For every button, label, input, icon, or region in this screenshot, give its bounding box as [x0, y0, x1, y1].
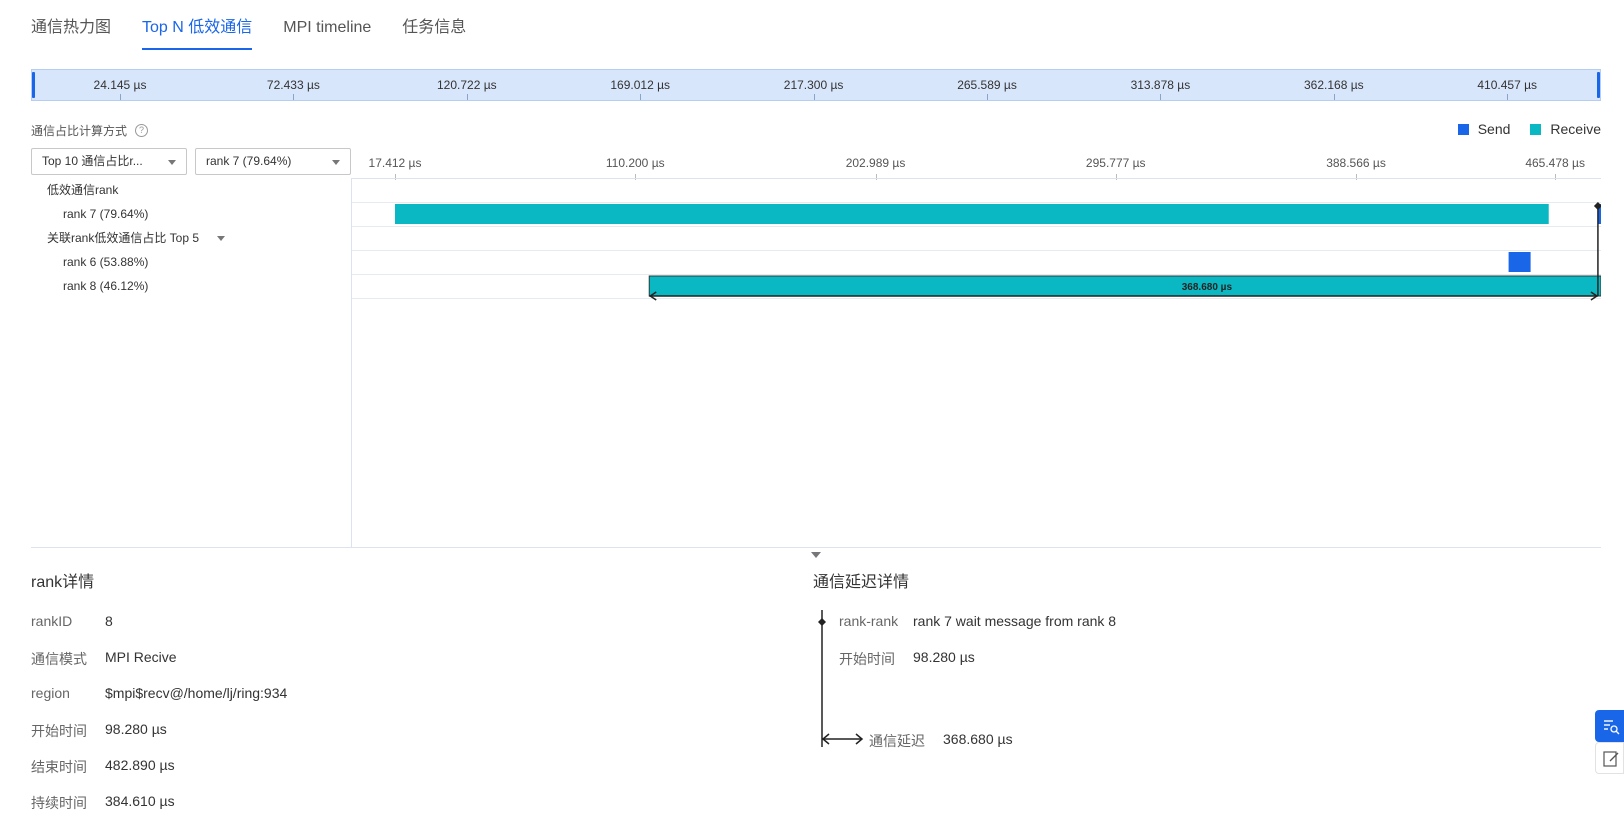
detail-value: MPI Recive	[105, 649, 177, 665]
tab-heatmap[interactable]: 通信热力图	[31, 0, 111, 50]
overview-tick-label: 217.300 µs	[783, 78, 844, 92]
legend-swatch-receive	[1530, 123, 1542, 135]
overview-tick-mark	[813, 94, 815, 100]
detail-value: 98.280 µs	[105, 721, 167, 737]
collapse-caret-icon[interactable]	[811, 552, 821, 558]
legend-label-receive: Receive	[1550, 121, 1601, 137]
overview-tick-mark	[987, 94, 988, 100]
overview-tick-label: 169.012 µs	[610, 78, 670, 92]
delay-row-latency: 通信延迟 368.680 µs	[869, 731, 1013, 751]
edit-note-icon	[1603, 751, 1619, 767]
rank-detail-row: 开始时间 98.280 µs	[31, 721, 167, 741]
bar-receive-rank7[interactable]	[395, 204, 1549, 224]
calc-method-text: 通信占比计算方式	[31, 124, 128, 138]
topn-select-value: Top 10 通信占比r...	[42, 154, 143, 168]
rank-tree: 低效通信rank rank 7 (79.64%) 关联rank低效通信占比 To…	[31, 178, 352, 547]
rank-detail-row: 结束时间 482.890 µs	[31, 757, 175, 777]
topn-select[interactable]: Top 10 通信占比r...	[31, 148, 187, 175]
bar-receive-rank8[interactable]	[648, 275, 1601, 297]
tab-bar: 通信热力图 Top N 低效通信 MPI timeline 任务信息	[31, 0, 497, 50]
rank-detail-row: 通信模式 MPI Recive	[31, 649, 177, 669]
tree-group-inefficient: 低效通信rank	[47, 183, 119, 197]
detail-key: 开始时间	[839, 651, 895, 667]
calc-method-label: 通信占比计算方式 ?	[31, 122, 149, 139]
detail-key: region	[31, 685, 70, 701]
tab-task-info[interactable]: 任务信息	[402, 0, 466, 50]
rank-detail-row: rankID 8	[31, 613, 113, 629]
delay-bar-label: 368.680 µs	[1182, 282, 1233, 293]
overview-tick-mark	[1333, 94, 1335, 100]
bar-send-rank6[interactable]	[1508, 252, 1531, 272]
overview-tick-label: 410.457 µs	[1477, 78, 1537, 92]
overview-tick-mark	[120, 94, 121, 100]
legend-label-send: Send	[1477, 121, 1511, 137]
detail-key: 持续时间	[31, 795, 87, 811]
search-report-button[interactable]	[1595, 710, 1624, 742]
range-handle-right[interactable]	[1597, 72, 1600, 98]
timeline-svg: 368.680 µs	[395, 202, 1601, 301]
legend-send: Send	[1457, 121, 1511, 137]
tree-item-rank8[interactable]: rank 8 (46.12%)	[31, 274, 351, 298]
legend-swatch-send	[1457, 123, 1469, 135]
detail-value: 482.890 µs	[105, 757, 175, 773]
detail-key: 开始时间	[31, 723, 87, 739]
overview-tick-label: 120.722 µs	[436, 78, 497, 92]
overview-tick-mark	[640, 94, 642, 100]
detail-key: rank-rank	[839, 613, 899, 629]
overview-range-slider[interactable]: 24.145 µs 72.433 µs 120.722 µs 169.012 µs 21…	[31, 69, 1601, 101]
rank-detail-title: rank详情	[31, 574, 95, 591]
panel-splitter[interactable]	[31, 547, 1601, 548]
range-handle-left[interactable]	[32, 72, 35, 98]
rank-detail-row: 持续时间 384.610 µs	[31, 793, 175, 813]
detail-value: 384.610 µs	[105, 793, 175, 809]
detail-value: 8	[105, 613, 113, 629]
chevron-down-icon	[332, 160, 340, 165]
detail-key: 通信延迟	[869, 733, 925, 749]
overview-tick-mark	[466, 94, 468, 100]
overview-tick-mark	[293, 94, 295, 100]
tab-mpi-timeline[interactable]: MPI timeline	[283, 0, 371, 50]
detail-key: rankID	[31, 613, 73, 629]
detail-value: 368.680 µs	[943, 731, 1013, 747]
overview-tick-label: 265.589 µs	[957, 78, 1017, 92]
rank-select[interactable]: rank 7 (79.64%)	[195, 148, 351, 175]
chevron-down-icon	[168, 160, 176, 165]
detail-value: $mpi$recv@/home/lj/ring:934	[105, 685, 288, 701]
rank-detail-row: region $mpi$recv@/home/lj/ring:934	[31, 685, 287, 701]
tree-group-related[interactable]: 关联rank低效通信占比 Top 5	[31, 226, 351, 250]
timeline-chart: 17.412 µs 110.200 µs 202.989 µs 295.777 µs 3…	[352, 148, 1601, 548]
tab-topn[interactable]: Top N 低效通信	[142, 0, 253, 50]
overview-tick-mark	[1160, 94, 1162, 100]
detail-key: 结束时间	[31, 759, 87, 775]
detail-key: 通信模式	[31, 651, 87, 667]
overview-tick-label: 72.433 µs	[266, 78, 320, 92]
detail-value: 98.280 µs	[913, 649, 975, 665]
overview-tick-label: 24.145 µs	[93, 78, 147, 92]
tree-item-rank6[interactable]: rank 6 (53.88%)	[31, 250, 351, 274]
legend: Send Receive	[1438, 121, 1601, 137]
detail-value: rank 7 wait message from rank 8	[913, 613, 1117, 629]
search-report-icon	[1604, 720, 1620, 735]
overview-tick-label: 313.878 µs	[1130, 78, 1191, 92]
overview-tick-mark	[1507, 94, 1509, 100]
tree-item-rank7[interactable]: rank 7 (79.64%)	[31, 202, 351, 226]
delay-row-start: 开始时间 98.280 µs	[839, 649, 975, 669]
tree-group-related-label: 关联rank低效通信占比 Top 5	[47, 231, 200, 245]
chevron-down-icon[interactable]	[217, 236, 226, 242]
legend-receive: Receive	[1530, 121, 1601, 137]
delay-detail-title: 通信延迟详情	[813, 574, 910, 591]
question-circle-icon[interactable]: ?	[135, 124, 149, 137]
overview-tick-label: 362.168 µs	[1303, 78, 1364, 92]
rank-select-value: rank 7 (79.64%)	[206, 154, 292, 168]
delay-row-rank-rank: rank-rank rank 7 wait message from rank …	[839, 613, 1116, 629]
edit-note-button[interactable]	[1595, 742, 1624, 774]
